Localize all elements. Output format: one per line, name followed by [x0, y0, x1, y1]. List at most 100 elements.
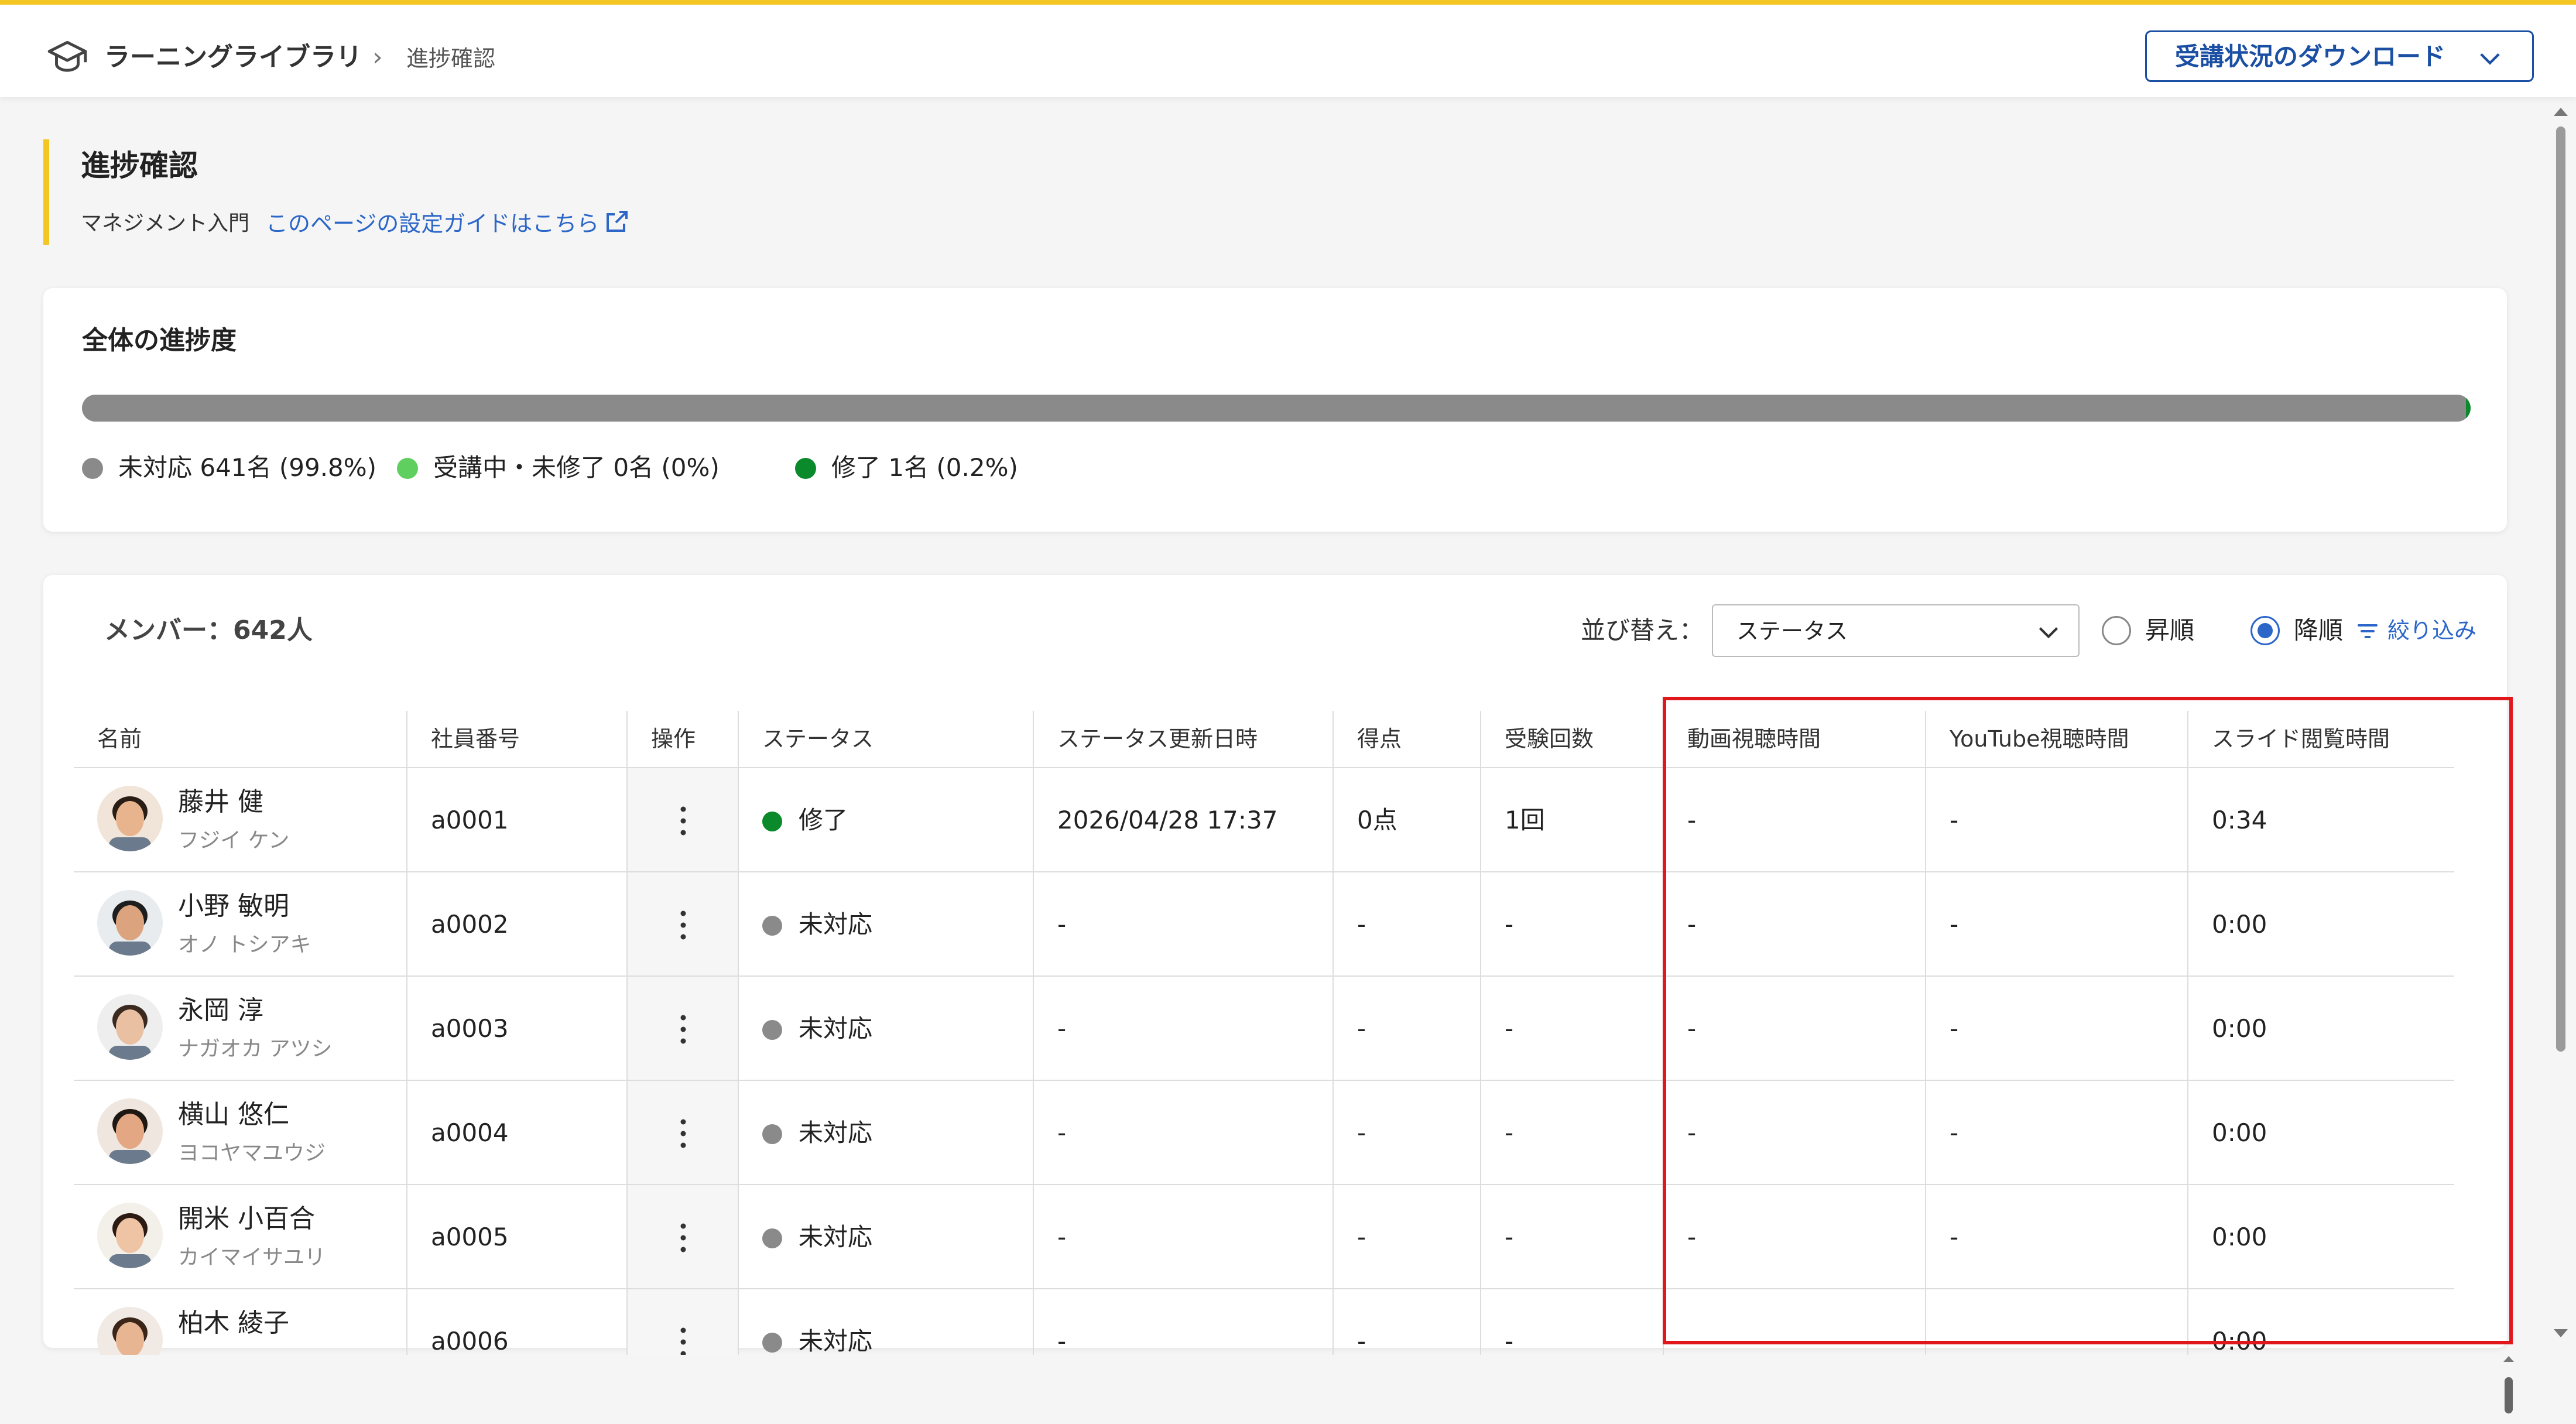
- progress-segment-not-started: [82, 395, 2466, 422]
- cell-status-updated: -: [1034, 1185, 1334, 1289]
- sort-select-value: ステータス: [1736, 618, 1848, 644]
- sort-label: 並び替え：: [1581, 616, 1704, 645]
- cell-actions[interactable]: [628, 1185, 739, 1289]
- status-dot: [762, 812, 782, 831]
- sort-select[interactable]: ステータス: [1712, 604, 2080, 657]
- filter-link[interactable]: 絞り込み: [2387, 611, 2476, 650]
- member-name[interactable]: 小野 敏明: [178, 889, 289, 924]
- cell-status: 修了: [739, 768, 1034, 872]
- cell-employee-id: a0004: [407, 1081, 628, 1185]
- column-header-employee-id: 社員番号: [407, 711, 628, 767]
- cell-status-updated: -: [1034, 1289, 1334, 1355]
- chevron-down-icon: [2480, 53, 2500, 65]
- avatar: [97, 786, 163, 851]
- download-status-button[interactable]: 受講状況のダウンロード: [2145, 30, 2534, 82]
- cell-actions[interactable]: [628, 872, 739, 977]
- top-header: ラーニングライブラリ › 進捗確認 受講状況のダウンロード: [0, 0, 2576, 97]
- avatar: [97, 890, 163, 956]
- member-name-kana: フジイ ケン: [178, 829, 290, 853]
- legend-dot: [795, 458, 816, 479]
- page-title: 進捗確認: [81, 149, 198, 183]
- status-label: 未対応: [799, 1327, 873, 1355]
- column-header-score: 得点: [1334, 711, 1481, 767]
- cell-attempts: -: [1481, 977, 1664, 1081]
- title-accent-bar: [43, 139, 49, 245]
- cell-employee-id: a0006: [407, 1289, 628, 1355]
- avatar: [97, 1307, 163, 1355]
- page-scrollbar[interactable]: [2549, 103, 2572, 1344]
- legend-label: 未対応 641名 (99.8%): [118, 453, 377, 482]
- cell-score: -: [1334, 1185, 1481, 1289]
- status-dot: [762, 1124, 782, 1144]
- status-label: 未対応: [799, 1223, 873, 1251]
- breadcrumb-current: 進捗確認: [406, 46, 496, 71]
- legend-label: 受講中・未修了 0名 (0%): [433, 453, 720, 482]
- legend-label: 修了 1名 (0.2%): [831, 453, 1018, 482]
- status-dot: [762, 1020, 782, 1040]
- cell-score: 0点: [1334, 768, 1481, 872]
- cell-actions[interactable]: [628, 768, 739, 872]
- more-vertical-icon[interactable]: [679, 1324, 687, 1355]
- graduation-cap-icon: [47, 40, 87, 72]
- status-label: 修了: [799, 806, 848, 834]
- cell-actions[interactable]: [628, 1081, 739, 1185]
- more-vertical-icon[interactable]: [679, 1012, 687, 1047]
- legend-dot: [397, 458, 418, 479]
- more-vertical-icon[interactable]: [679, 803, 687, 838]
- member-name[interactable]: 開米 小百合: [178, 1202, 315, 1237]
- cell-name: 永岡 淳ナガオカ アツシ: [74, 977, 407, 1081]
- order-ascending-label[interactable]: 昇順: [2145, 610, 2194, 651]
- app-title[interactable]: ラーニングライブラリ: [104, 39, 362, 76]
- status-label: 未対応: [799, 910, 873, 939]
- status-dot: [762, 916, 782, 936]
- overall-progress-bar: [82, 395, 2471, 422]
- members-count: メンバー：642人: [104, 615, 313, 645]
- member-name-kana: オノ トシアキ: [178, 933, 311, 957]
- cell-score: -: [1334, 872, 1481, 977]
- member-name[interactable]: 横山 悠仁: [178, 1097, 289, 1132]
- more-vertical-icon[interactable]: [679, 908, 687, 943]
- progress-segment-completed: [2466, 395, 2471, 422]
- status-label: 未対応: [799, 1118, 873, 1147]
- external-link-icon[interactable]: [603, 207, 631, 235]
- cell-attempts: -: [1481, 872, 1664, 977]
- cell-attempts: 1回: [1481, 768, 1664, 872]
- cell-status: 未対応: [739, 1081, 1034, 1185]
- cell-employee-id: a0003: [407, 977, 628, 1081]
- cell-actions[interactable]: [628, 977, 739, 1081]
- member-name[interactable]: 藤井 健: [178, 785, 263, 820]
- member-name-kana: ナガオカ アツシ: [178, 1037, 333, 1061]
- column-header-status-updated: ステータス更新日時: [1034, 711, 1334, 767]
- cell-attempts: -: [1481, 1081, 1664, 1185]
- overall-progress-card: 全体の進捗度 未対応 641名 (99.8%) 受講中・未修了 0名 (0%) …: [43, 288, 2507, 532]
- order-descending-radio[interactable]: [2250, 616, 2280, 645]
- order-descending-label[interactable]: 降順: [2294, 610, 2343, 651]
- cell-status-updated: -: [1034, 977, 1334, 1081]
- cell-status: 未対応: [739, 1289, 1034, 1355]
- member-name[interactable]: 永岡 淳: [178, 993, 263, 1028]
- settings-guide-link[interactable]: このページの設定ガイドはこちら: [266, 206, 599, 241]
- avatar: [97, 994, 163, 1060]
- member-name-kana: カイマイサユリ: [178, 1245, 326, 1269]
- cell-name: 小野 敏明オノ トシアキ: [74, 872, 407, 977]
- cell-attempts: -: [1481, 1289, 1664, 1355]
- cell-employee-id: a0005: [407, 1185, 628, 1289]
- status-dot: [762, 1228, 782, 1248]
- cell-name: 開米 小百合カイマイサユリ: [74, 1185, 407, 1289]
- more-vertical-icon[interactable]: [679, 1220, 687, 1255]
- cell-name: 柏木 綾子: [74, 1289, 407, 1355]
- cell-employee-id: a0002: [407, 872, 628, 977]
- more-vertical-icon[interactable]: [679, 1116, 687, 1151]
- member-name[interactable]: 柏木 綾子: [178, 1306, 289, 1341]
- cell-status: 未対応: [739, 977, 1034, 1081]
- cell-name: 横山 悠仁ヨコヤマユウジ: [74, 1081, 407, 1185]
- cell-status-updated: 2026/04/28 17:37: [1034, 768, 1334, 872]
- cell-name: 藤井 健フジイ ケン: [74, 768, 407, 872]
- cell-status-updated: -: [1034, 872, 1334, 977]
- filter-icon[interactable]: [2356, 619, 2379, 643]
- cell-actions[interactable]: [628, 1289, 739, 1355]
- order-ascending-radio[interactable]: [2102, 616, 2131, 645]
- member-name-kana: ヨコヤマユウジ: [178, 1141, 326, 1165]
- table-scrollbar[interactable]: [2500, 1354, 2517, 1424]
- status-dot: [762, 1333, 782, 1353]
